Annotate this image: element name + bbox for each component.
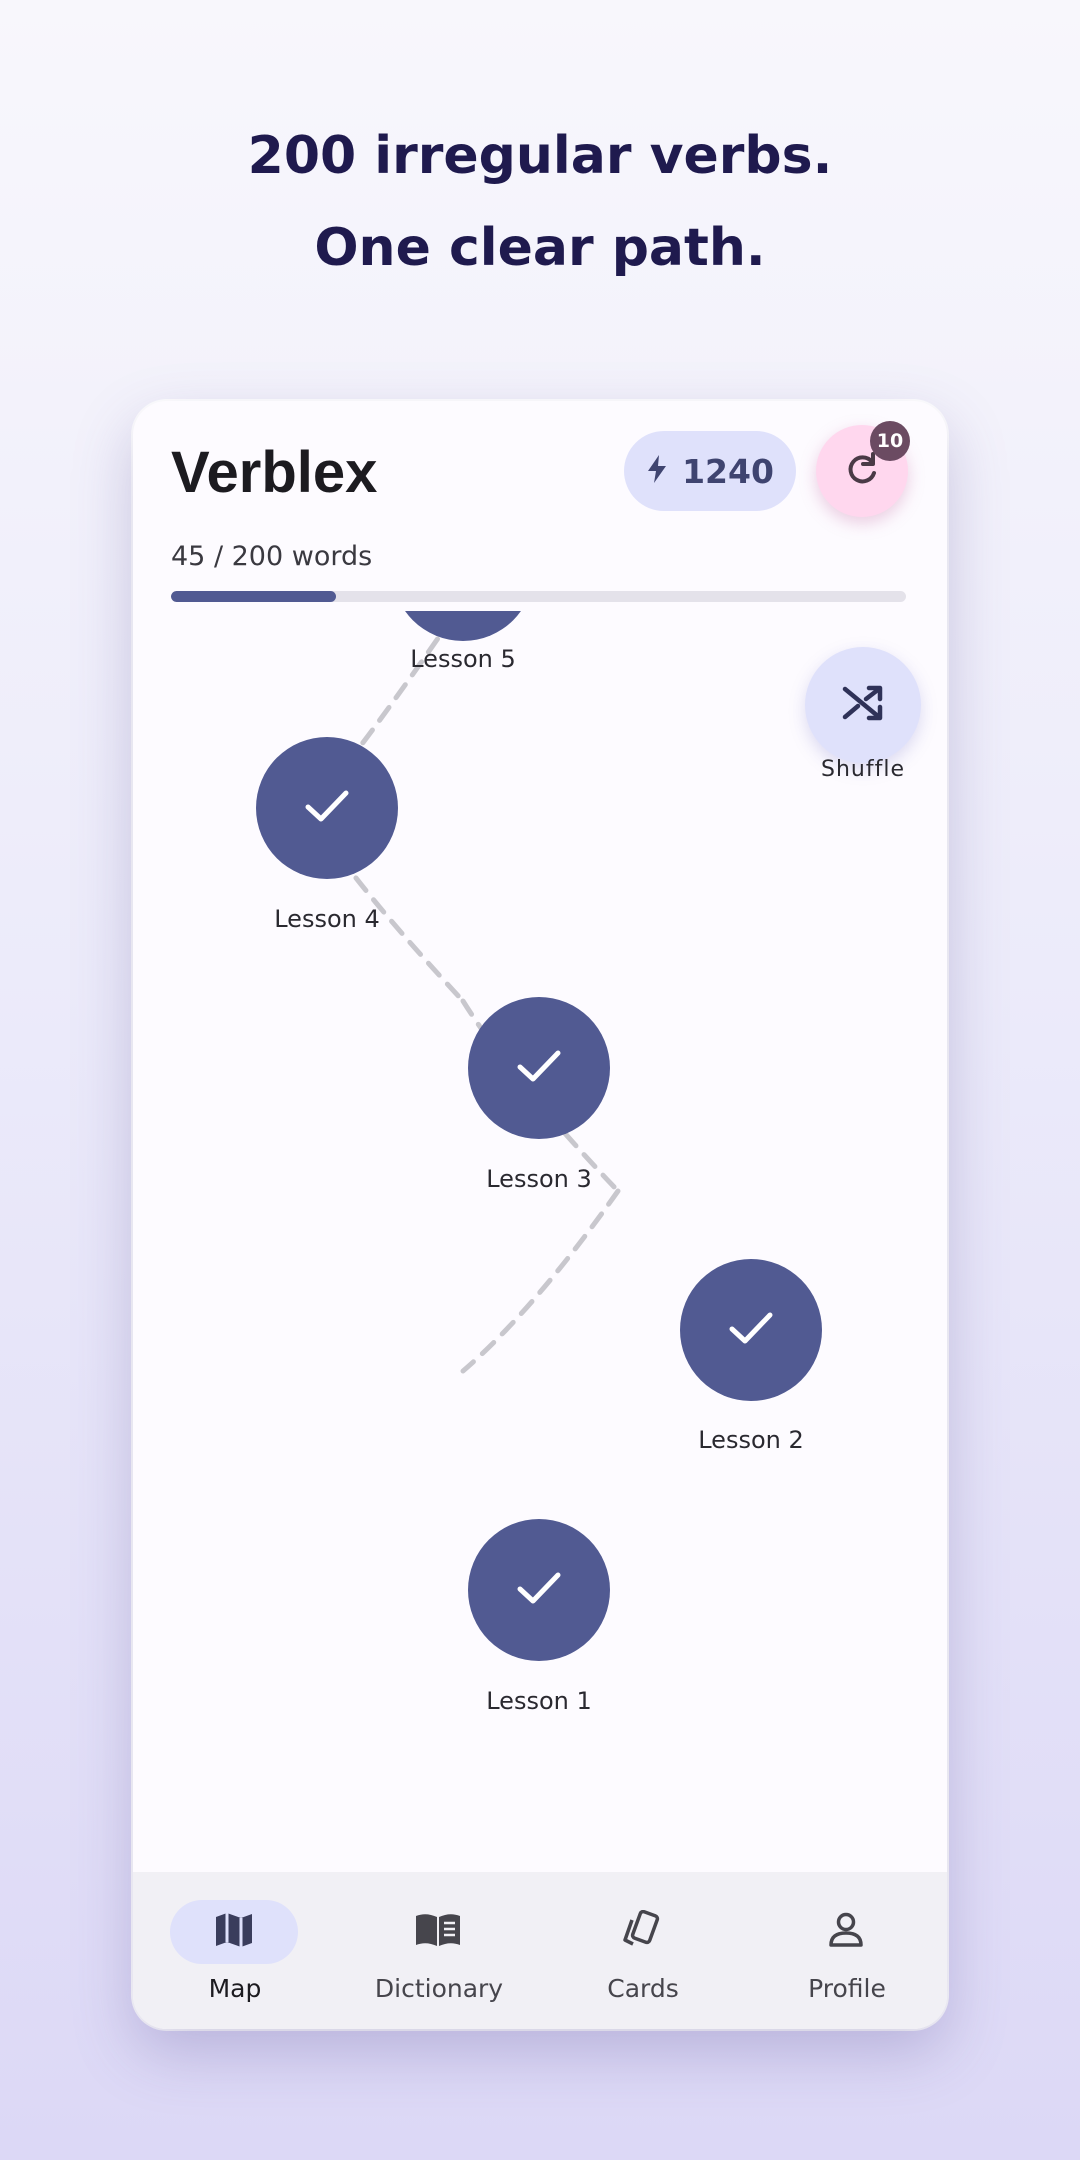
lesson-5-label: Lesson 5 [410, 645, 516, 673]
bottom-navigation: Map Dictionary Cards Profile [133, 1872, 947, 2029]
lesson-1-node[interactable] [468, 1519, 610, 1661]
nav-item-cards[interactable]: Cards [541, 1872, 745, 2029]
nav-indicator [374, 1900, 502, 1964]
shuffle-button[interactable] [805, 647, 921, 763]
nav-item-profile[interactable]: Profile [745, 1872, 947, 2029]
lesson-2-label: Lesson 2 [698, 1426, 804, 1454]
headline-line-1: 200 irregular verbs. [247, 126, 833, 186]
nav-label-map: Map [208, 1974, 262, 2003]
check-icon [516, 1570, 562, 1610]
shuffle-icon [841, 683, 885, 727]
lesson-4-node[interactable] [256, 737, 398, 879]
check-icon [304, 788, 350, 828]
nav-indicator [578, 1900, 706, 1964]
lesson-1-label: Lesson 1 [486, 1687, 592, 1715]
xp-value: 1240 [682, 451, 774, 491]
nav-label-dictionary: Dictionary [374, 1974, 504, 2003]
shuffle-label: Shuffle [821, 757, 905, 782]
xp-chip[interactable]: 1240 [624, 431, 796, 511]
headline-line-2: One clear path. [314, 218, 766, 278]
map-icon [214, 1911, 254, 1953]
nav-item-map[interactable]: Map [133, 1872, 337, 2029]
app-title: Verblex [171, 440, 378, 505]
check-icon [516, 1048, 562, 1088]
person-icon [827, 1911, 865, 1953]
progress-label: 45 / 200 words [171, 541, 373, 572]
lesson-map: Lesson 5 Lesson 4 Lesson 3 Lesson 2 Less… [133, 611, 947, 1821]
lesson-4-label: Lesson 4 [274, 905, 380, 933]
nav-label-cards: Cards [607, 1974, 679, 2003]
app-window: Verblex 1240 10 45 / 200 words Lesson 5 [133, 401, 947, 2029]
review-count-badge: 10 [870, 421, 910, 461]
progress-bar [171, 591, 906, 602]
progress-bar-fill [171, 591, 337, 602]
book-icon [414, 1912, 462, 1952]
lesson-3-label: Lesson 3 [486, 1165, 592, 1193]
nav-indicator [782, 1900, 910, 1964]
lesson-3-node[interactable] [468, 997, 610, 1139]
nav-label-profile: Profile [808, 1974, 886, 2003]
cards-icon [620, 1909, 664, 1954]
nav-item-dictionary[interactable]: Dictionary [337, 1872, 541, 2029]
nav-indicator [170, 1900, 298, 1964]
bolt-icon [646, 454, 668, 488]
lesson-2-node[interactable] [680, 1259, 822, 1401]
check-icon [728, 1310, 774, 1350]
